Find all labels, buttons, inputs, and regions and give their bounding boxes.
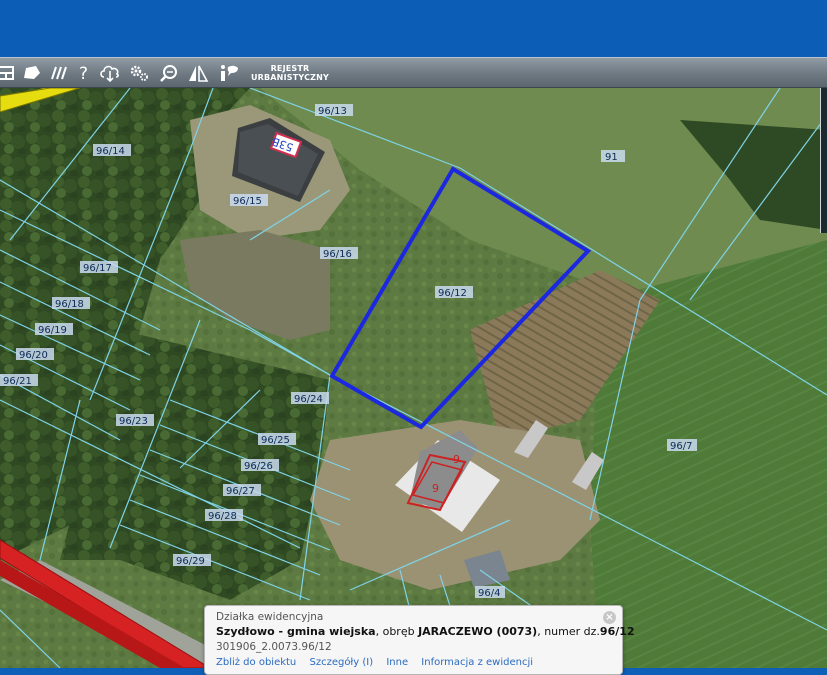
svg-text:96/23: 96/23 (119, 416, 148, 427)
parcel-label: 96/27 (223, 484, 261, 497)
parcel-label: 96/14 (93, 144, 131, 157)
map-toolbar: ? REJESTR URBANISTYCZNY (0, 57, 827, 143)
hatch-icon[interactable] (47, 61, 71, 85)
popup-number-prefix: , numer dz. (537, 625, 600, 638)
registry-label-line1: REJESTR (270, 64, 310, 73)
svg-text:96/29: 96/29 (176, 556, 205, 567)
svg-text:96/19: 96/19 (38, 325, 67, 336)
details-link[interactable]: Szczegóły (I) (309, 657, 373, 668)
svg-text:96/21: 96/21 (3, 376, 32, 387)
parcel-label: 96/17 (80, 261, 118, 274)
side-panel-edge[interactable] (820, 88, 827, 233)
parcel-label: 96/19 (35, 323, 73, 336)
zoom-to-object-link[interactable]: Zbliż do obiektu (216, 657, 296, 668)
help-icon[interactable]: ? (72, 61, 96, 85)
info-icon[interactable] (216, 61, 240, 85)
svg-text:96/15: 96/15 (233, 196, 262, 207)
parcel-label: 96/16 (320, 247, 358, 260)
svg-text:96/12: 96/12 (438, 288, 467, 299)
parcel-label: 96/23 (116, 414, 154, 427)
parcel-label: 96/28 (205, 509, 243, 522)
popup-locality: Szydłowo - gmina wiejska (216, 625, 376, 638)
parcel-label: 96/24 (291, 392, 329, 405)
building-mark-1: 9 (453, 453, 460, 466)
svg-text:96/17: 96/17 (83, 263, 112, 274)
other-link[interactable]: Inne (386, 657, 408, 668)
popup-number: 96/12 (599, 625, 635, 638)
popup-parcel-description: Szydłowo - gmina wiejska, obręb JARACZEW… (216, 624, 635, 640)
parcel-info-popup: × Działka ewidencyjna Szydłowo - gmina w… (204, 605, 635, 675)
popup-precinct-prefix: , obręb (375, 625, 419, 638)
svg-text:96/24: 96/24 (294, 394, 323, 405)
svg-text:96/18: 96/18 (55, 299, 84, 310)
parcel-label: 96/15 (230, 194, 268, 207)
registry-label-line2: URBANISTYCZNY (250, 73, 330, 82)
svg-text:96/25: 96/25 (261, 435, 290, 446)
parcel-label: 96/26 (241, 459, 279, 472)
parcel-label: 96/4 (475, 586, 505, 599)
svg-text:91: 91 (605, 152, 618, 163)
svg-text:96/27: 96/27 (226, 486, 255, 497)
zoom-search-icon[interactable] (157, 61, 181, 85)
svg-text:?: ? (79, 64, 88, 83)
svg-text:96/4: 96/4 (478, 588, 500, 599)
registry-info-link[interactable]: Informacja z ewidencji (421, 657, 533, 668)
settings-icon[interactable] (127, 61, 151, 85)
parcel-label: 96/25 (258, 433, 296, 446)
parcel-label: 96/20 (16, 348, 54, 361)
map-view[interactable]: 53B 9 9 96/13 96/14 91 96/15 96/16 96/17… (0, 88, 827, 668)
svg-text:96/13: 96/13 (318, 106, 347, 117)
parcel-label: 96/12 (435, 286, 473, 299)
svg-text:96/28: 96/28 (208, 511, 237, 522)
svg-text:96/20: 96/20 (19, 350, 48, 361)
popup-identifier: 301906_2.0073.96/12 (216, 641, 332, 653)
svg-text:96/16: 96/16 (323, 249, 352, 260)
cloud-download-icon[interactable] (98, 61, 122, 85)
close-icon[interactable]: × (603, 611, 616, 624)
svg-text:96/7: 96/7 (670, 441, 692, 452)
svg-text:96/26: 96/26 (244, 461, 273, 472)
urban-registry-button[interactable]: REJESTR URBANISTYCZNY (250, 64, 330, 82)
svg-text:96/14: 96/14 (96, 146, 125, 157)
building-mark-2: 9 (432, 482, 439, 495)
app-header (0, 0, 827, 57)
parcel-label: 96/21 (0, 374, 38, 387)
popup-title: Działka ewidencyjna (216, 611, 324, 623)
parcel-label: 96/13 (315, 104, 353, 117)
popup-links: Zbliż do obiektu Szczegóły (I) Inne Info… (216, 654, 611, 672)
parcel-label: 96/7 (667, 439, 697, 452)
parcel-label: 91 (601, 150, 625, 163)
layers-icon[interactable] (0, 61, 18, 85)
orthophoto-map[interactable]: 53B 9 9 96/13 96/14 91 96/15 96/16 96/17… (0, 88, 827, 668)
popup-precinct: JARACZEWO (0073) (418, 625, 538, 638)
parcel-label: 96/29 (173, 554, 211, 567)
measure-icon[interactable] (186, 61, 210, 85)
shape-icon[interactable] (20, 61, 44, 85)
parcel-label: 96/18 (52, 297, 90, 310)
